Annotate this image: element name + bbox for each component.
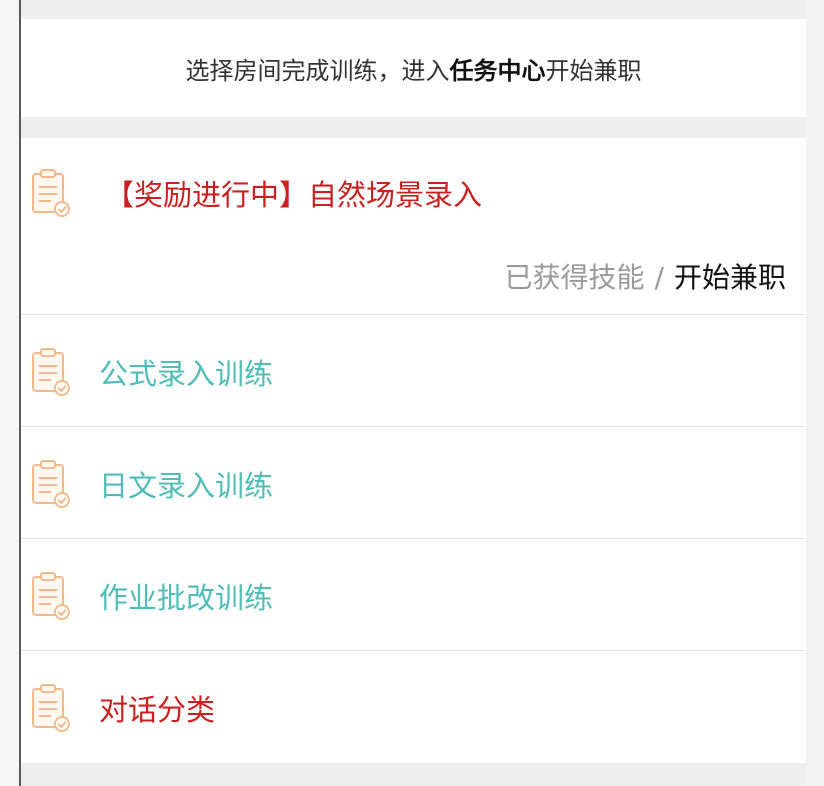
task-title: 作业批改训练 [99,581,274,615]
clipboard-check-icon [21,164,77,220]
list-item-homework-training[interactable]: 作业批改训练 [21,539,806,651]
task-title: 日文录入训练 [99,469,274,503]
left-edge [0,0,20,786]
right-edge [806,0,824,786]
intro-prefix: 选择房间完成训练，进入 [185,56,450,85]
screen: 选择房间完成训练，进入 任务中心 开始兼职 【奖励进行中】自然场景录入 已获得技… [0,0,824,786]
meta-separator: / [654,261,664,294]
featured-task-meta: 已获得技能 / 开始兼职 [505,256,786,296]
top-spacer [21,0,806,19]
intro-banner: 选择房间完成训练，进入 任务中心 开始兼职 [21,19,806,117]
task-list: 【奖励进行中】自然场景录入 已获得技能 / 开始兼职 公式录入训练 日文录入训练… [21,138,806,763]
list-item-formula-training[interactable]: 公式录入训练 [21,315,806,427]
list-item-dialogue-classification[interactable]: 对话分类 [21,651,806,763]
main-content: 选择房间完成训练，进入 任务中心 开始兼职 【奖励进行中】自然场景录入 已获得技… [21,0,806,786]
featured-task-title: 【奖励进行中】自然场景录入 [105,178,483,212]
intro-suffix: 开始兼职 [545,56,642,85]
bottom-spacer [21,763,806,786]
task-center-link[interactable]: 任务中心 [450,51,546,86]
list-item-featured[interactable]: 【奖励进行中】自然场景录入 已获得技能 / 开始兼职 [21,138,806,315]
list-item-japanese-training[interactable]: 日文录入训练 [21,427,806,539]
start-parttime-button[interactable]: 开始兼职 [674,261,786,294]
clipboard-check-icon [21,455,77,511]
task-title: 对话分类 [99,693,216,727]
skill-status-label: 已获得技能 [504,261,645,294]
clipboard-check-icon [21,679,77,735]
clipboard-check-icon [21,567,77,623]
task-title: 公式录入训练 [99,357,274,391]
section-spacer [21,117,806,138]
clipboard-check-icon [21,343,77,399]
